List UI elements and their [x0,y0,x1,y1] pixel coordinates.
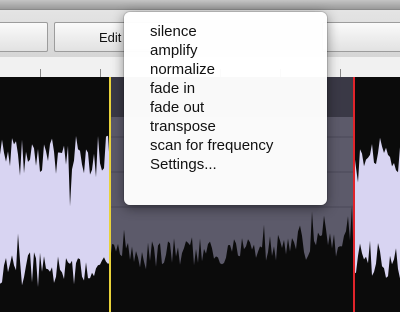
audio-editor-window: Edit silence amplify normalize fade in f… [0,0,400,312]
menu-item-fade-out[interactable]: fade out [150,98,327,117]
menu-item-silence[interactable]: silence [150,22,327,41]
menu-item-scan-for-frequency[interactable]: scan for frequency [150,136,327,155]
context-menu: silence amplify normalize fade in fade o… [124,12,327,205]
menu-item-amplify[interactable]: amplify [150,41,327,60]
ruler-tick [340,69,341,77]
menu-item-fade-in[interactable]: fade in [150,79,327,98]
menu-item-normalize[interactable]: normalize [150,60,327,79]
ruler-tick [100,69,101,77]
menu-item-settings[interactable]: Settings... [150,155,327,174]
ruler-tick [40,69,41,77]
toolbar-button-right[interactable] [322,22,400,52]
window-frame [0,0,400,10]
toolbar-button-left[interactable] [0,22,48,52]
menu-item-transpose[interactable]: transpose [150,117,327,136]
